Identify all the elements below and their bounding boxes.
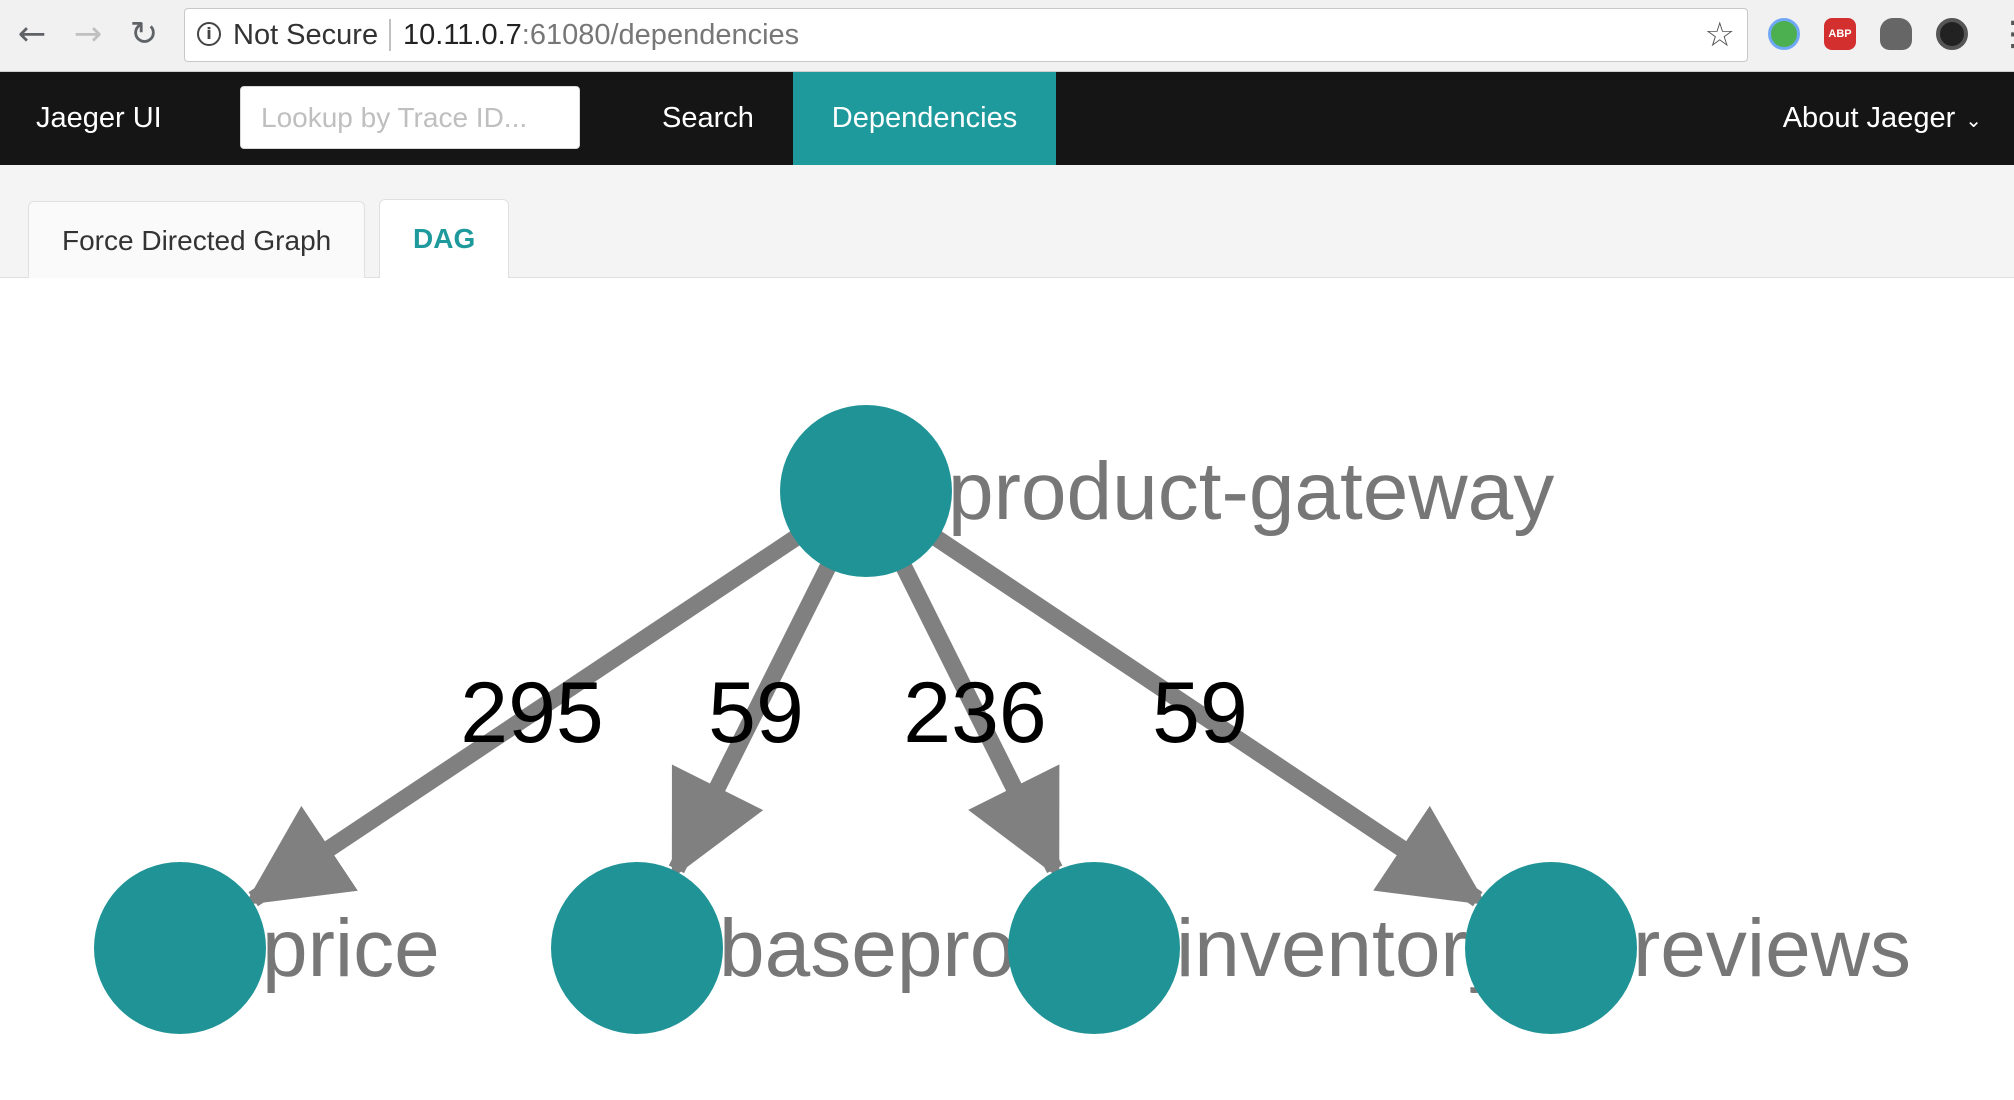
- url-host: 10.11.0.7: [403, 19, 522, 51]
- url-text[interactable]: 10.11.0.7:61080/dependencies: [403, 19, 799, 52]
- camera-ext-icon[interactable]: [1936, 18, 1968, 50]
- graph-edges: [244, 529, 1487, 907]
- top-navigation: Jaeger UI Search Dependencies About Jaeg…: [0, 72, 2014, 165]
- browser-menu-icon[interactable]: ⋮: [1996, 16, 2014, 52]
- browser-toolbar: ← → ↻ i Not Secure 10.11.0.7:61080/depen…: [0, 0, 2014, 72]
- security-label[interactable]: Not Secure: [233, 19, 378, 52]
- bookmark-star-icon[interactable]: ☆: [1705, 15, 1735, 55]
- node-label-reviews: reviews: [1633, 903, 1911, 994]
- forward-arrow-icon[interactable]: →: [70, 14, 106, 54]
- brand-link[interactable]: Jaeger UI: [36, 72, 162, 165]
- nav-search-link[interactable]: Search: [662, 72, 754, 165]
- info-icon[interactable]: i: [197, 22, 221, 46]
- url-path: :61080/dependencies: [521, 19, 800, 51]
- evernote-icon[interactable]: [1880, 18, 1912, 50]
- reload-icon[interactable]: ↻: [126, 14, 162, 54]
- about-jaeger-label: About Jaeger: [1782, 102, 1956, 134]
- node-price[interactable]: [94, 862, 266, 1034]
- chrome-ext-icon[interactable]: [1768, 18, 1800, 50]
- address-separator: [389, 19, 391, 51]
- node-reviews[interactable]: [1465, 862, 1637, 1034]
- view-tabs: Force Directed Graph DAG: [0, 165, 2014, 278]
- tab-force-directed-graph[interactable]: Force Directed Graph: [28, 201, 366, 278]
- node-baseproduct[interactable]: [551, 862, 723, 1034]
- edge-call-count-baseproduct: 59: [708, 665, 804, 761]
- back-arrow-icon[interactable]: ←: [14, 14, 50, 54]
- node-product-gateway[interactable]: [780, 405, 952, 577]
- about-jaeger-dropdown[interactable]: About Jaeger ⌄: [1783, 72, 1982, 165]
- node-label-product-gateway: product-gateway: [948, 446, 1554, 537]
- dependency-dag-graph: 295 59 236 59 product-gatewayprice baseprodu…: [94, 405, 1911, 1034]
- node-label-inventory: inventory: [1176, 903, 1509, 994]
- nav-dependencies-link[interactable]: Dependencies: [793, 72, 1056, 165]
- tab-dag[interactable]: DAG: [379, 199, 510, 278]
- node-label-price: price: [262, 903, 440, 994]
- edge-call-count-inventory: 236: [903, 665, 1047, 761]
- graph-edge-labels: 295 59 236 59: [460, 665, 1248, 761]
- adblock-icon[interactable]: ABP: [1824, 18, 1856, 50]
- edge-call-count-price: 295: [460, 665, 604, 761]
- chevron-down-icon: ⌄: [1965, 108, 1982, 132]
- edge-call-count-reviews: 59: [1152, 665, 1248, 761]
- node-inventory[interactable]: [1008, 862, 1180, 1034]
- address-bar[interactable]: i Not Secure 10.11.0.7:61080/dependencie…: [184, 8, 1748, 62]
- trace-id-lookup-input[interactable]: [240, 86, 580, 149]
